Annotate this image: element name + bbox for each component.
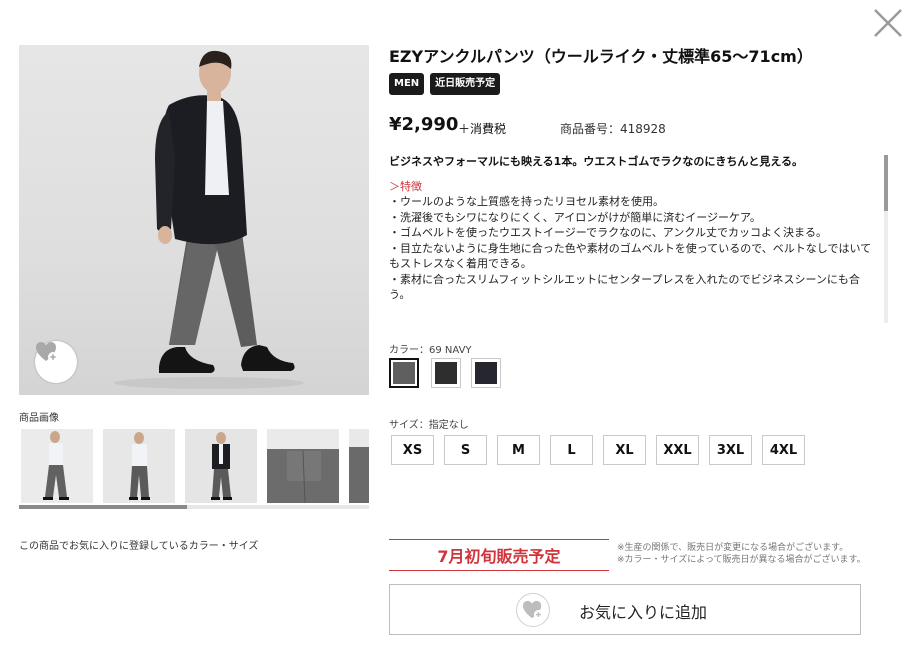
color-swatch-navy[interactable] <box>471 358 501 388</box>
thumbnail-scrollbar[interactable] <box>19 505 369 509</box>
feature-line: ・洗濯後でもシワになりにくく、アイロンがけが簡単に済むイージーケア。 <box>389 210 761 224</box>
preorder-label: 7月初旬販売予定 <box>389 539 609 571</box>
feature-title: ＞特徴 <box>389 180 422 193</box>
feature-line: ・素材に合ったスリムフィットシルエットにセンタープレスを入れたのでビジネスシーン… <box>389 272 860 302</box>
heart-plus-icon <box>516 593 550 627</box>
badge-group: MEN 近日販売予定 <box>389 73 501 95</box>
color-label: カラー：69 NAVY <box>389 345 472 356</box>
description-scrollbar-thumb[interactable] <box>884 155 888 211</box>
feature-line: ・ゴムベルトを使ったウエストイージーでラクなのに、アンクル丈でカッコよく決まる。 <box>389 226 828 239</box>
feature-line: ・目立たないように身生地に合った色や素材のゴムベルトを使っているので、ベルトなし… <box>389 241 872 271</box>
tax-label: ＋消費税 <box>458 122 507 136</box>
add-to-favorites-button[interactable]: お気に入りに追加 <box>389 584 861 635</box>
description-headline: ビジネスやフォーマルにも映える1本。ウエストゴムでラクなのにきちんと見える。 <box>389 155 803 168</box>
thumbnail-1[interactable] <box>21 429 93 503</box>
preorder-note: ※カラー・サイズによって販売日が異なる場合がございます。 <box>617 555 866 565</box>
gender-badge: MEN <box>389 73 425 95</box>
thumbnail-4[interactable] <box>267 429 339 503</box>
swatch-chip <box>475 362 497 384</box>
product-number: 商品番号：418928 <box>560 122 666 136</box>
close-icon <box>874 9 902 37</box>
product-price: ¥2,990 <box>389 114 459 135</box>
thumbnail-3[interactable] <box>185 429 257 503</box>
size-option-m[interactable]: M <box>497 435 540 465</box>
thumbnail-5[interactable] <box>349 429 369 503</box>
swatch-chip <box>435 362 457 384</box>
size-option-3xl[interactable]: 3XL <box>709 435 752 465</box>
coming-soon-badge: 近日販売予定 <box>430 73 501 95</box>
add-to-favorites-label: お気に入りに追加 <box>579 603 708 622</box>
thumbnail-2[interactable] <box>103 429 175 503</box>
size-option-xl[interactable]: XL <box>603 435 646 465</box>
swatch-chip <box>393 362 415 384</box>
favorites-note: この商品でお気に入りに登録しているカラー・サイズ <box>19 541 259 552</box>
favorite-overlay-button[interactable] <box>35 341 77 383</box>
size-option-xxl[interactable]: XXL <box>656 435 699 465</box>
close-button[interactable] <box>871 6 905 40</box>
size-option-4xl[interactable]: 4XL <box>762 435 805 465</box>
size-option-s[interactable]: S <box>444 435 487 465</box>
color-swatch-black[interactable] <box>431 358 461 388</box>
thumbnail-strip <box>19 429 369 505</box>
color-swatch-gray[interactable] <box>389 358 419 388</box>
size-label: サイズ：指定なし <box>389 420 469 431</box>
size-option-l[interactable]: L <box>550 435 593 465</box>
size-option-xs[interactable]: XS <box>391 435 434 465</box>
description-scrollbar[interactable] <box>884 155 888 323</box>
heart-plus-icon <box>36 342 58 362</box>
feature-line: ・ウールのような上質感を持ったリヨセル素材を使用。 <box>389 195 664 208</box>
thumbnail-scrollbar-thumb[interactable] <box>19 505 187 509</box>
product-title: EZYアンクルパンツ（ウールライク・丈標準65～71cm） <box>389 47 813 66</box>
description-box[interactable]: ビジネスやフォーマルにも映える1本。ウエストゴムでラクなのにきちんと見える。 ＞… <box>389 153 889 325</box>
main-product-image[interactable] <box>19 45 369 395</box>
thumbnail-label: 商品画像 <box>19 413 59 424</box>
preorder-note: ※生産の関係で、販売日が変更になる場合がございます。 <box>617 543 849 553</box>
preorder-notes: ※生産の関係で、販売日が変更になる場合がございます。 ※カラー・サイズによって販… <box>617 542 866 566</box>
